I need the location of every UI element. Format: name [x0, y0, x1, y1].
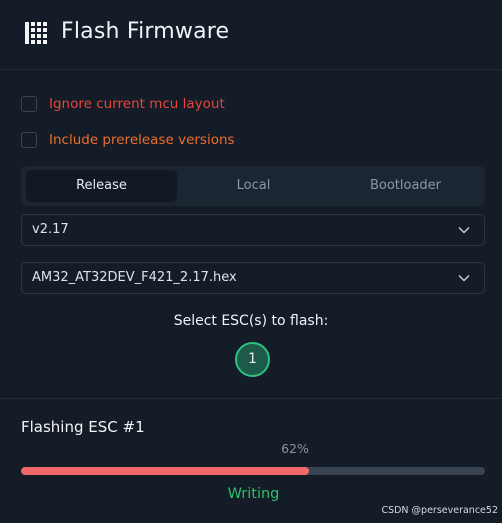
progress-percent: 62%: [281, 441, 309, 456]
ignore-layout-checkbox[interactable]: [21, 96, 37, 112]
source-tabs: Release Local Bootloader: [21, 166, 485, 206]
esc-select-label: Select ESC(s) to flash:: [173, 313, 329, 329]
divider: [0, 398, 502, 399]
progress-bar: [21, 467, 485, 475]
esc-1-button[interactable]: 1: [235, 342, 270, 377]
include-prerelease-label: Include prerelease versions: [49, 132, 235, 148]
flash-firmware-panel: Flash Firmware Ignore current mcu layout…: [0, 0, 502, 523]
header: Flash Firmware: [0, 0, 502, 70]
version-select[interactable]: v2.17: [21, 214, 485, 246]
firmware-file-value: AM32_AT32DEV_F421_2.17.hex: [32, 270, 237, 285]
ignore-layout-label: Ignore current mcu layout: [49, 96, 225, 112]
version-select-value: v2.17: [32, 222, 69, 237]
chevron-down-icon: [458, 274, 470, 282]
progress-fill: [21, 467, 309, 475]
flash-status: Writing: [227, 486, 280, 502]
watermark: CSDN @perseverance52: [381, 505, 498, 516]
tab-bootloader[interactable]: Bootloader: [330, 170, 481, 202]
ignore-layout-option[interactable]: Ignore current mcu layout: [21, 95, 225, 113]
firmware-file-select[interactable]: AM32_AT32DEV_F421_2.17.hex: [21, 262, 485, 294]
tab-local[interactable]: Local: [178, 170, 329, 202]
page-title: Flash Firmware: [61, 19, 230, 44]
flashing-title: Flashing ESC #1: [21, 418, 145, 436]
firmware-grid-icon: [25, 22, 47, 44]
include-prerelease-option[interactable]: Include prerelease versions: [21, 131, 235, 149]
include-prerelease-checkbox[interactable]: [21, 132, 37, 148]
chevron-down-icon: [458, 226, 470, 234]
tab-release[interactable]: Release: [26, 170, 177, 202]
